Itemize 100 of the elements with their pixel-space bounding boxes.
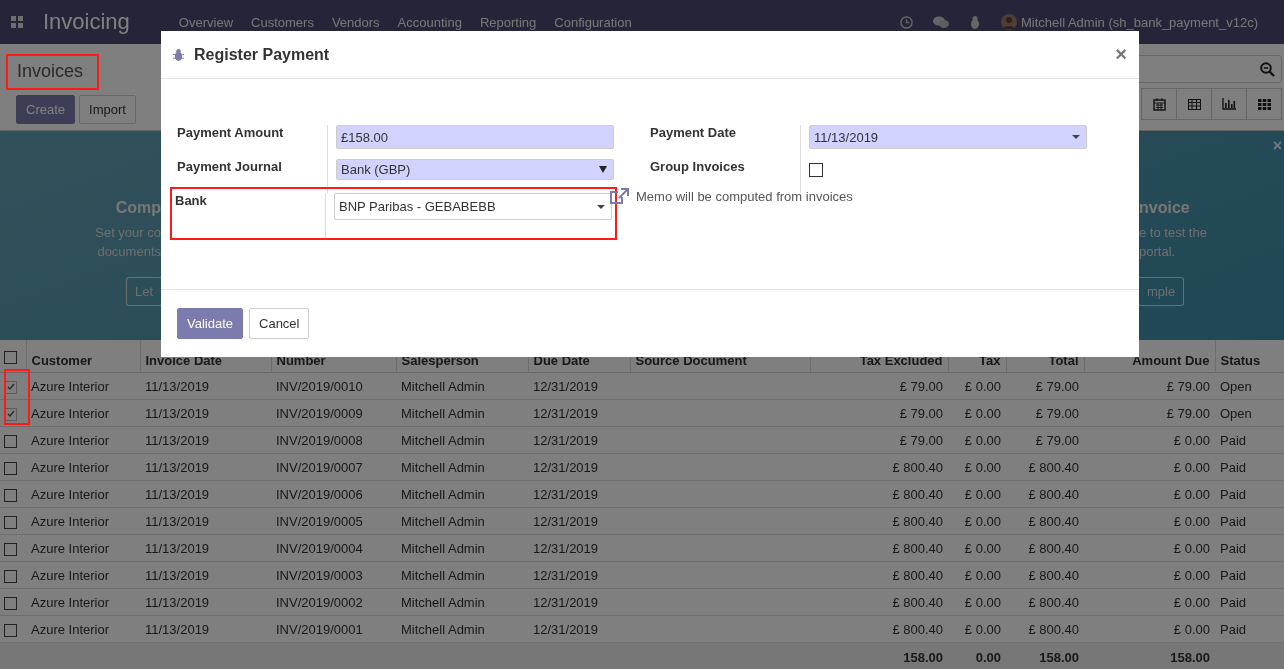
table-cell: 11/13/2019 [145, 378, 210, 394]
table-cell: 12/31/2019 [533, 621, 599, 637]
table-cell: £ 0.00 [964, 486, 1001, 502]
table-cell: 12/31/2019 [533, 405, 599, 421]
calendar-view-button[interactable] [1141, 88, 1177, 120]
table-cell: £ 79.00 [899, 378, 943, 394]
table-cell: INV/2019/0005 [276, 513, 363, 529]
table-cell: £ 0.00 [964, 594, 1001, 610]
table-cell: £ 79.00 [1166, 378, 1210, 394]
import-button[interactable]: Import [79, 95, 136, 124]
table-cell: 12/31/2019 [533, 459, 599, 475]
create-button[interactable]: Create [16, 95, 76, 124]
row-checkbox[interactable] [4, 569, 17, 583]
field-label: Payment Journal [176, 159, 283, 176]
column-header[interactable]: Customer [26, 340, 140, 373]
table-cell: Azure Interior [31, 513, 110, 529]
table-cell: Paid [1220, 621, 1247, 637]
row-checkbox[interactable] [4, 596, 17, 610]
table-cell: £ 79.00 [899, 432, 943, 448]
table-cell: Paid [1220, 540, 1247, 556]
total-cell: 158.00 [903, 649, 943, 665]
grid-icon [1257, 98, 1271, 110]
menu-item[interactable]: Customers [242, 14, 323, 30]
table-cell: £ 800.40 [1028, 513, 1079, 529]
pivot-view-button[interactable] [1176, 88, 1212, 120]
table-cell: INV/2019/0009 [276, 405, 363, 421]
table-cell: £ 0.00 [964, 621, 1001, 637]
table-cell: 12/31/2019 [533, 540, 599, 556]
menu-item[interactable]: Accounting [388, 14, 471, 30]
caret-icon [599, 166, 607, 173]
table-cell: INV/2019/0002 [276, 594, 363, 610]
table-cell: INV/2019/0004 [276, 540, 363, 556]
banner-text: portal. [1139, 243, 1176, 261]
table-cell: 11/13/2019 [145, 540, 210, 556]
table-cell: Open [1220, 405, 1252, 421]
graph-view-button[interactable] [1211, 88, 1247, 120]
table-cell: 12/31/2019 [533, 513, 599, 529]
row-checkbox[interactable] [4, 515, 17, 529]
table-cell: 12/31/2019 [533, 378, 599, 394]
row-checkbox[interactable] [4, 461, 17, 475]
row-checkbox[interactable] [4, 434, 17, 448]
table-cell: Mitchell Admin [401, 405, 485, 421]
table-cell: £ 800.40 [892, 459, 943, 475]
table-cell: INV/2019/0007 [276, 459, 363, 475]
close-button[interactable]: × [1272, 137, 1282, 155]
user-menu[interactable]: Mitchell Admin (sh_bank_payment_v12c) [1021, 14, 1258, 30]
amount-field[interactable]: £158.00 [336, 125, 614, 149]
validate-button[interactable]: Validate [177, 308, 243, 339]
table-cell: Mitchell Admin [401, 513, 485, 529]
menu-item[interactable]: Overview [169, 14, 243, 30]
table-cell: INV/2019/0006 [276, 486, 363, 502]
apps-grid-icon[interactable] [11, 16, 23, 28]
table-cell: £ 0.00 [1173, 459, 1210, 475]
banner-heading: Comp [115, 199, 161, 217]
table-cell: Mitchell Admin [401, 594, 485, 610]
table-cell: Azure Interior [31, 540, 110, 556]
clock-icon[interactable] [900, 15, 913, 29]
table-cell: £ 0.00 [964, 405, 1001, 421]
table-cell: £ 79.00 [1035, 432, 1079, 448]
table-cell: £ 800.40 [1028, 540, 1079, 556]
close-button[interactable]: × [1115, 43, 1127, 66]
table-cell: £ 800.40 [892, 513, 943, 529]
date-field[interactable]: 11/13/2019 [809, 125, 1087, 149]
menu-item[interactable]: Vendors [322, 14, 389, 30]
table-cell: INV/2019/0001 [276, 621, 363, 637]
table-cell: £ 79.00 [1166, 405, 1210, 421]
table-cell: £ 0.00 [964, 513, 1001, 529]
cancel-button[interactable]: Cancel [249, 308, 310, 339]
total-cell: 0.00 [975, 649, 1001, 665]
search-icon[interactable] [1260, 61, 1275, 77]
external-link-icon[interactable] [610, 188, 629, 205]
select-all-checkbox[interactable] [4, 350, 17, 364]
group-invoices-checkbox[interactable] [809, 163, 823, 177]
table-cell: £ 0.00 [1173, 432, 1210, 448]
menu-item[interactable]: Reporting [470, 14, 546, 30]
table-cell: £ 0.00 [964, 540, 1001, 556]
chat-icon[interactable] [933, 15, 949, 29]
bank-dropdown[interactable]: BNP Paribas - GEBABEBB [334, 193, 612, 220]
table-cell: Paid [1220, 567, 1247, 583]
table-cell: Azure Interior [31, 405, 110, 421]
table-cell: £ 800.40 [892, 567, 943, 583]
row-checkbox[interactable] [4, 488, 17, 502]
table-cell: £ 0.00 [1173, 513, 1210, 529]
grid-view-button[interactable] [1246, 88, 1282, 120]
journal-select[interactable]: Bank (GBP) [336, 159, 614, 180]
column-header[interactable]: Status [1215, 340, 1284, 373]
table-cell: £ 800.40 [892, 540, 943, 556]
row-checkbox[interactable] [4, 623, 17, 637]
menu-item[interactable]: Configuration [545, 14, 641, 30]
row-checkbox[interactable] [4, 542, 17, 556]
total-cell: 158.00 [1039, 649, 1079, 665]
table-cell: £ 0.00 [1173, 486, 1210, 502]
breadcrumb: Invoices [6, 54, 100, 90]
table-cell: Paid [1220, 459, 1247, 475]
caret-icon [1072, 135, 1080, 139]
table-cell: Mitchell Admin [401, 459, 485, 475]
caret-icon [597, 204, 605, 209]
banner-text: documents [97, 243, 161, 261]
field-label: Payment Date [649, 125, 737, 142]
table-cell: £ 79.00 [1035, 405, 1079, 421]
